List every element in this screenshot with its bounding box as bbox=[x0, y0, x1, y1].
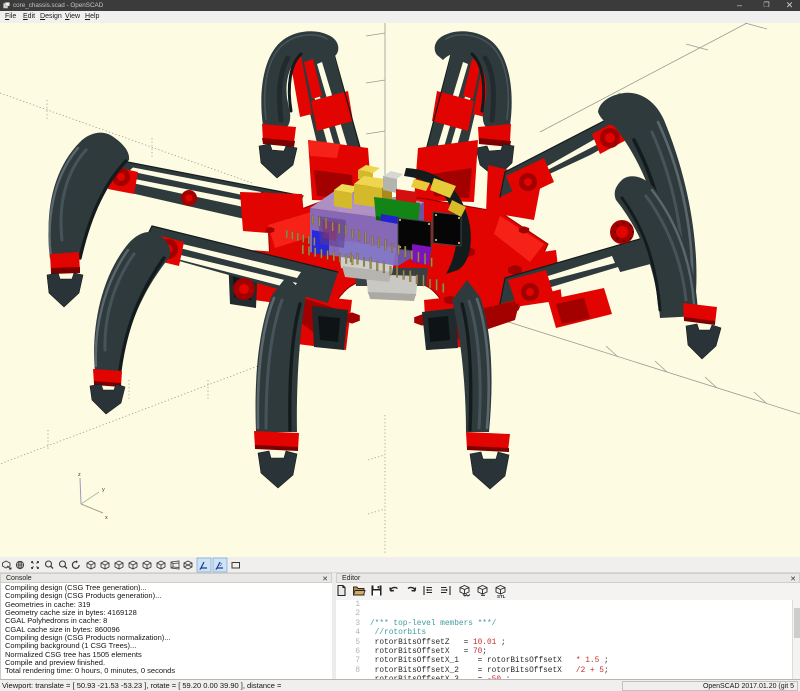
svg-text:x: x bbox=[105, 515, 108, 521]
svg-text:y: y bbox=[102, 487, 105, 493]
svg-text:z: z bbox=[78, 472, 81, 478]
svg-text:STL: STL bbox=[497, 594, 506, 599]
